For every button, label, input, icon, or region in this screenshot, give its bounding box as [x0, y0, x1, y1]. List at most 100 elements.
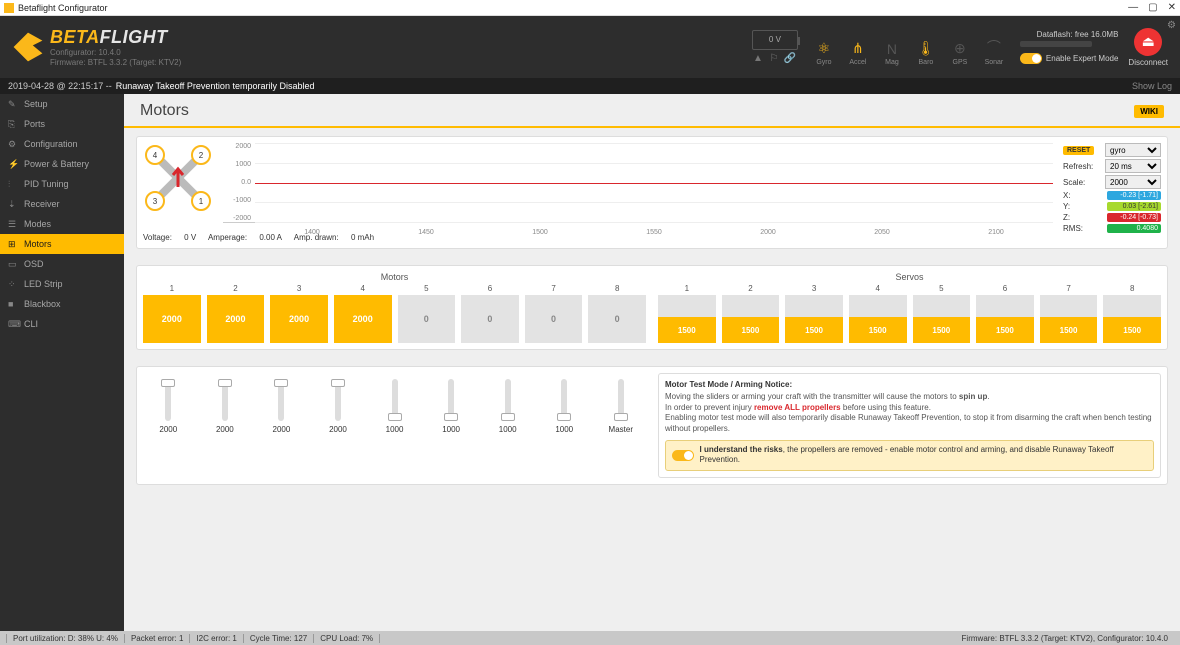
sidebar: ✎Setup⎘Ports⚙Configuration⚡Power & Batte… — [0, 94, 124, 631]
nav-icon: ⁘ — [8, 279, 18, 290]
slider-track[interactable] — [165, 379, 171, 421]
slider-thumb[interactable] — [557, 413, 571, 421]
nav-pid-tuning[interactable]: ⫶PID Tuning — [0, 174, 124, 194]
slider-thumb[interactable] — [331, 379, 345, 387]
motors-title: Motors — [143, 272, 646, 282]
message-bar: 2019-04-28 @ 22:15:17 -- Runaway Takeoff… — [0, 78, 1180, 94]
toggle-switch[interactable] — [1020, 53, 1042, 64]
settings-icon[interactable]: ⚙ — [1167, 20, 1176, 31]
slider-thumb[interactable] — [218, 379, 232, 387]
disconnect-button[interactable]: ⏏ Disconnect — [1128, 28, 1168, 67]
configurator-version: Configurator: 10.4.0 — [50, 48, 181, 58]
close-button[interactable]: ✕ — [1168, 2, 1176, 13]
nav-blackbox[interactable]: ■Blackbox — [0, 294, 124, 314]
nav-icon: ⚙ — [8, 139, 18, 150]
servo-block-3: 31500 — [785, 284, 843, 343]
servo-block-5: 51500 — [913, 284, 971, 343]
nav-icon: ▭ — [8, 259, 18, 270]
motor-slider-8: 1000 — [539, 379, 590, 434]
nav-led-strip[interactable]: ⁘LED Strip — [0, 274, 124, 294]
warning-icon: ▲ — [752, 53, 764, 65]
servos-title: Servos — [658, 272, 1161, 282]
slider-thumb[interactable] — [501, 413, 515, 421]
reset-button[interactable]: RESET — [1063, 146, 1094, 155]
brand-text: BETAFLIGHT — [50, 27, 181, 48]
power-stats: Voltage: 0 V Amperage: 0.00 A Amp. drawn… — [143, 233, 213, 242]
servo-value: 1500 — [785, 317, 843, 343]
graph-trace — [255, 183, 1053, 184]
logo-icon — [12, 31, 44, 63]
slider-thumb[interactable] — [388, 413, 402, 421]
firmware-version: Firmware: BTFL 3.3.2 (Target: KTV2) — [50, 58, 181, 68]
motor-slider-5: 1000 — [369, 379, 420, 434]
sonar-icon: ⌒ — [987, 37, 1001, 57]
axis-y-value: 0.03 [-2.61] — [1107, 202, 1161, 211]
slider-thumb[interactable] — [614, 413, 628, 421]
sensor-accel: ⋔Accel — [842, 26, 874, 68]
nav-icon: ✎ — [8, 99, 18, 110]
show-log-button[interactable]: Show Log — [1132, 81, 1172, 91]
motor-value: 0 — [588, 295, 646, 343]
nav-osd[interactable]: ▭OSD — [0, 254, 124, 274]
motor-block-5: 50 — [398, 284, 456, 343]
nav-modes[interactable]: ☰Modes — [0, 214, 124, 234]
slider-thumb[interactable] — [444, 413, 458, 421]
sensor-graph: 200010000.0-1000-2000 140014501500155020… — [223, 143, 1053, 223]
slider-track[interactable] — [505, 379, 511, 421]
scale-select[interactable]: 2000 — [1105, 175, 1161, 189]
graph-type-select[interactable]: gyro — [1105, 143, 1161, 157]
nav-configuration[interactable]: ⚙Configuration — [0, 134, 124, 154]
slider-track[interactable] — [392, 379, 398, 421]
usb-icon: ⏏ — [1134, 28, 1162, 56]
slider-thumb[interactable] — [274, 379, 288, 387]
app-header: ⚙ BETAFLIGHT Configurator: 10.4.0 Firmwa… — [0, 16, 1180, 78]
cycle-time: Cycle Time: 127 — [244, 634, 314, 643]
main-panel: Motors WIKI 4 2 3 1 Voltage: 0 V Amperag… — [124, 94, 1180, 631]
motor-value: 0 — [525, 295, 583, 343]
nav-icon: ⊞ — [8, 239, 18, 250]
slider-track[interactable] — [222, 379, 228, 421]
motor-block-7: 70 — [525, 284, 583, 343]
motor-slider-7: 1000 — [482, 379, 533, 434]
svg-text:3: 3 — [153, 197, 158, 206]
slider-track[interactable] — [448, 379, 454, 421]
refresh-select[interactable]: 20 ms — [1105, 159, 1161, 173]
gyro-icon: ⚛ — [818, 40, 831, 57]
msg-text: Runaway Takeoff Prevention temporarily D… — [116, 81, 315, 91]
servo-value: 1500 — [849, 317, 907, 343]
toggle-switch[interactable] — [672, 450, 694, 461]
maximize-button[interactable]: ▢ — [1148, 2, 1157, 13]
nav-cli[interactable]: ⌨CLI — [0, 314, 124, 334]
risk-confirm-toggle[interactable]: I understand the risks, the propellers a… — [665, 440, 1154, 471]
servo-block-6: 61500 — [976, 284, 1034, 343]
wiki-button[interactable]: WIKI — [1134, 105, 1164, 118]
window-title: Betaflight Configurator — [18, 3, 108, 13]
slider-track[interactable] — [561, 379, 567, 421]
graph-controls: RESET gyro Refresh: 20 ms Scale: 2000 X:… — [1063, 143, 1161, 242]
sensor-mag: NMag — [876, 26, 908, 68]
nav-power-battery[interactable]: ⚡Power & Battery — [0, 154, 124, 174]
motor-slider-6: 1000 — [426, 379, 477, 434]
svg-text:4: 4 — [153, 151, 158, 160]
motor-value: 0 — [398, 295, 456, 343]
nav-receiver[interactable]: ⇣Receiver — [0, 194, 124, 214]
motor-slider-9: Master — [596, 379, 647, 434]
motor-block-8: 80 — [588, 284, 646, 343]
nav-setup[interactable]: ✎Setup — [0, 94, 124, 114]
servo-value: 1500 — [913, 317, 971, 343]
slider-track[interactable] — [335, 379, 341, 421]
slider-track[interactable] — [278, 379, 284, 421]
nav-motors[interactable]: ⊞Motors — [0, 234, 124, 254]
msg-timestamp: 2019-04-28 @ 22:15:17 -- — [8, 81, 112, 91]
expert-mode-toggle[interactable]: Enable Expert Mode — [1020, 53, 1119, 64]
servo-block-1: 11500 — [658, 284, 716, 343]
mag-icon: N — [887, 41, 897, 57]
slider-thumb[interactable] — [161, 379, 175, 387]
motor-diagram: 4 2 3 1 Voltage: 0 V Amperage: 0.00 A Am… — [143, 143, 213, 242]
minimize-button[interactable]: — — [1128, 2, 1138, 13]
sensor-gyro: ⚛Gyro — [808, 26, 840, 68]
slider-track[interactable] — [618, 379, 624, 421]
motor-value: 2000 — [270, 295, 328, 343]
nav-ports[interactable]: ⎘Ports — [0, 114, 124, 134]
gps-icon: ⊕ — [954, 40, 966, 57]
